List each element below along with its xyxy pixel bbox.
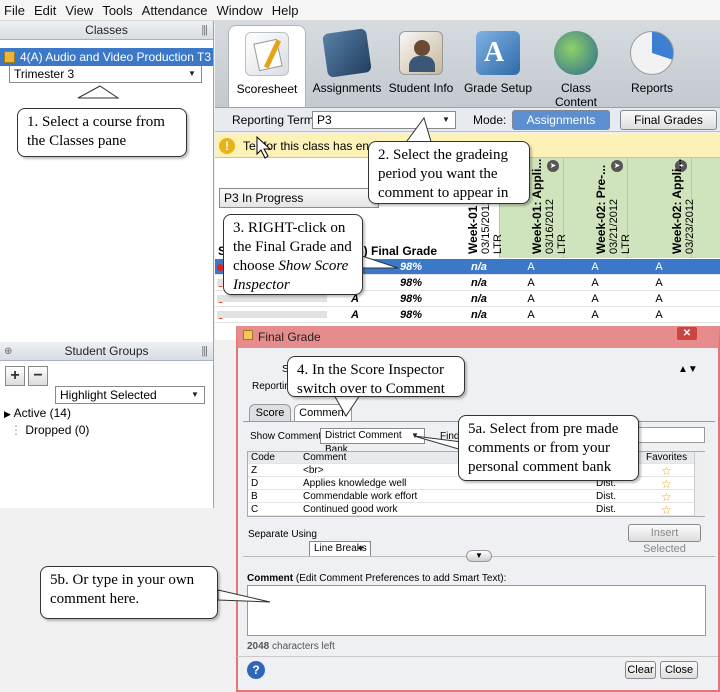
callout-4: 4. In the Score Inspector switch over to… xyxy=(287,356,465,397)
callout-5a: 5a. Select from pre made comments or fro… xyxy=(458,415,639,481)
callout-pointer xyxy=(361,255,399,269)
callout-3: 3. RIGHT-click on the Final Grade and ch… xyxy=(223,214,363,295)
mouse-cursor-icon xyxy=(256,135,272,159)
callout-5b: 5b. Or type in your own comment here. xyxy=(40,566,218,619)
callout-2: 2. Select the gradeing period you want t… xyxy=(368,141,530,204)
callout-1: 1. Select a course from the Classes pane xyxy=(17,108,187,157)
callout-pointer xyxy=(413,435,463,451)
callout-pointer xyxy=(77,85,120,99)
callout-pointer xyxy=(217,589,271,603)
